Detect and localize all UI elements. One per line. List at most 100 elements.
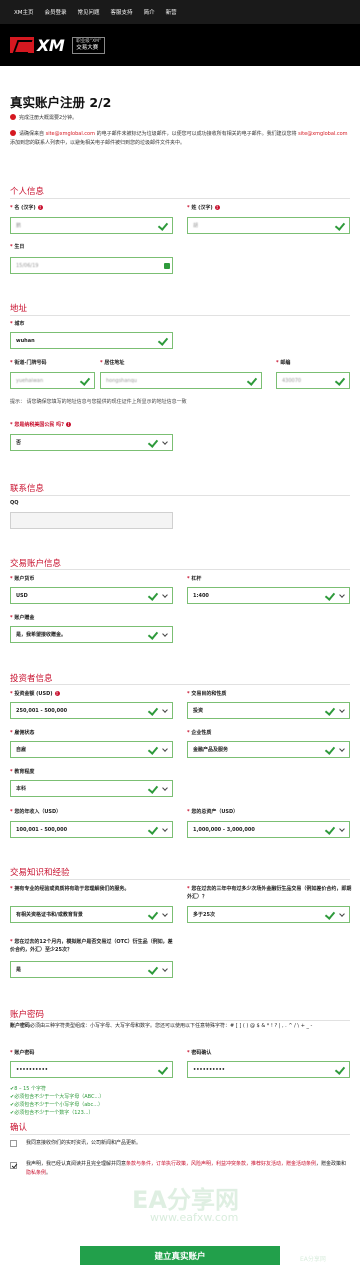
check-icon	[158, 1066, 168, 1074]
check-icon	[148, 746, 158, 754]
email-link-1[interactable]: site@xmglobal.com	[46, 131, 95, 137]
section-trading-title: 交易账户信息	[10, 559, 62, 569]
chevron-down-icon	[162, 593, 168, 599]
check-icon	[325, 592, 335, 600]
section-knowledge-title: 交易知识和经验	[10, 868, 70, 878]
street-field[interactable]: yuehaiwan	[10, 372, 95, 389]
email-note-a: 请确保来自	[19, 131, 46, 137]
check-icon	[158, 222, 168, 230]
info-icon[interactable]: !	[66, 422, 72, 427]
first-name-field[interactable]: 鹏	[10, 217, 173, 234]
purpose-select[interactable]: 投资	[187, 702, 350, 719]
check-icon	[148, 592, 158, 600]
info-icon[interactable]: !	[214, 205, 220, 210]
industry-select[interactable]: 金融产品及服务	[187, 741, 350, 758]
residence-field[interactable]: hongshanqu	[100, 372, 262, 389]
qq-label: QQ	[10, 500, 19, 506]
nav-link-login[interactable]: 会员登录	[45, 8, 67, 16]
chevron-down-icon	[162, 632, 168, 638]
q2-label: * 您在过去的三年中有过多少次场外金融衍生品交易（例如差价合约，即期外汇）？	[187, 886, 352, 900]
chevron-down-icon	[162, 912, 168, 918]
leverage-label: * 杠杆	[187, 576, 202, 582]
bonus-label: * 账户赠金	[10, 615, 35, 621]
privacy-link[interactable]: 隐私条例	[26, 1170, 46, 1176]
create-account-button[interactable]: 建立真实账户	[80, 1246, 280, 1265]
rule-uppercase: 必须包含不少于一个大写字母（ABC...）	[10, 1094, 104, 1100]
info-icon[interactable]: !	[37, 205, 43, 210]
chevron-down-icon	[162, 747, 168, 753]
rule-lowercase: 必须包含不少于一个小写字母（abc...）	[10, 1102, 103, 1108]
check-icon	[335, 377, 345, 385]
chevron-down-icon	[162, 708, 168, 714]
q3-label: * 您在过去的12个月内，模拟账户是否交易过（OTC）衍生品（例如，差价合约，外…	[10, 939, 173, 953]
section-password-title: 账户密码	[10, 1010, 45, 1020]
chevron-down-icon	[339, 827, 345, 833]
check-icon	[335, 1066, 345, 1074]
qq-field[interactable]	[10, 512, 173, 529]
employment-select[interactable]: 自雇	[10, 741, 173, 758]
us-citizen-label: * 您是纳税美国公民 吗?!	[10, 422, 72, 428]
city-field[interactable]: wuhan	[10, 332, 173, 349]
networth-label: * 您的总资产（USD）	[187, 809, 239, 815]
check-icon	[335, 222, 345, 230]
currency-select[interactable]: USD	[10, 587, 173, 604]
zip-field[interactable]: 430070	[276, 372, 350, 389]
address-hint: 提示： 请您确保您填写的地址信息与您提供的现住证件上所显示的地址信息一致	[10, 399, 187, 405]
watermark-text: EA分享网	[132, 1186, 239, 1214]
education-select[interactable]: 本科	[10, 780, 173, 797]
chevron-down-icon	[339, 708, 345, 714]
password-confirm-field[interactable]: ••••••••••	[187, 1061, 350, 1078]
newsletter-checkbox[interactable]	[10, 1140, 17, 1147]
terms-links[interactable]: 条款与条件，订单执行政策，风险声明，利益冲突条款，推荐好友活动，赠金活动条例	[126, 1161, 316, 1167]
income-label: * 您的年收入（USD）	[10, 809, 62, 815]
divider	[10, 684, 350, 685]
residence-label: * 居住地址	[100, 360, 125, 366]
chevron-down-icon	[339, 593, 345, 599]
q2-select[interactable]: 多于25次	[187, 906, 350, 923]
section-investor-title: 投资者信息	[10, 674, 53, 684]
check-icon	[80, 377, 90, 385]
divider	[10, 879, 350, 880]
us-citizen-select[interactable]: 否	[10, 434, 173, 451]
networth-select[interactable]: 1,000,000 - 3,000,000	[187, 821, 350, 838]
income-select[interactable]: 100,001 - 500,000	[10, 821, 173, 838]
email-note-b: 的电子邮件未被标记为垃圾邮件，以便您可以成功接收所有相关的电子邮件。我们建议您将	[94, 131, 299, 137]
time-note: 完成注册大概需要2分钟。	[10, 114, 77, 123]
nav-link-faq[interactable]: 常见问题	[78, 8, 100, 16]
dob-field[interactable]: 15/06/19	[10, 257, 173, 274]
email-link-2[interactable]: site@xmglobal.com	[298, 131, 347, 137]
chevron-down-icon	[162, 967, 168, 973]
amount-select[interactable]: 250,001 - 500,000	[10, 702, 173, 719]
password-description: 账户密码必须由三种字符类型组成：小写字母、大写字母和数字。您还可以使用以下任意特…	[10, 1023, 313, 1029]
check-icon	[325, 707, 335, 715]
employment-label: * 雇佣状态	[10, 730, 35, 736]
nav-link-news[interactable]: 新营	[166, 8, 177, 16]
watermark-url: www.eafxw.com	[150, 1211, 239, 1224]
terms-checkbox[interactable]	[10, 1162, 17, 1169]
leverage-select[interactable]: 1:400	[187, 587, 350, 604]
zip-label: * 邮编	[276, 360, 291, 366]
q1-select[interactable]: 有相关资格证书和/或教育背景	[10, 906, 173, 923]
rule-length: 8 – 15 个字符	[10, 1086, 46, 1092]
chevron-down-icon	[162, 440, 168, 446]
email-note-c: 添加到您的联系人列表中，以避免相关电子邮件被归到您的垃圾邮件文件夹中。	[10, 140, 186, 146]
last-name-field[interactable]: 胡	[187, 217, 350, 234]
bonus-select[interactable]: 是，我希望接收赠金。	[10, 626, 173, 643]
nav-link-about[interactable]: 简介	[144, 8, 155, 16]
xm-logo-icon[interactable]	[10, 37, 34, 53]
page-title: 真实账户注册 2/2	[10, 95, 112, 110]
street-label: * 街道-门牌号码	[10, 360, 47, 366]
password-field[interactable]: ••••••••••	[10, 1061, 173, 1078]
nav-link-home[interactable]: XM主页	[14, 8, 34, 16]
watermark-corner: EA分享网	[300, 1256, 326, 1263]
info-icon[interactable]: !	[54, 691, 60, 696]
brand-name[interactable]: XM	[37, 36, 65, 55]
dob-label: * 生日	[10, 244, 25, 250]
check-icon	[148, 966, 158, 974]
calendar-icon[interactable]	[164, 262, 170, 269]
chevron-down-icon	[339, 747, 345, 753]
q3-select[interactable]: 是	[10, 961, 173, 978]
city-label: * 城市	[10, 321, 25, 327]
contest-badge[interactable]: 职业级“XM” 交易大赛	[72, 36, 106, 54]
nav-link-support[interactable]: 客服支持	[111, 8, 133, 16]
